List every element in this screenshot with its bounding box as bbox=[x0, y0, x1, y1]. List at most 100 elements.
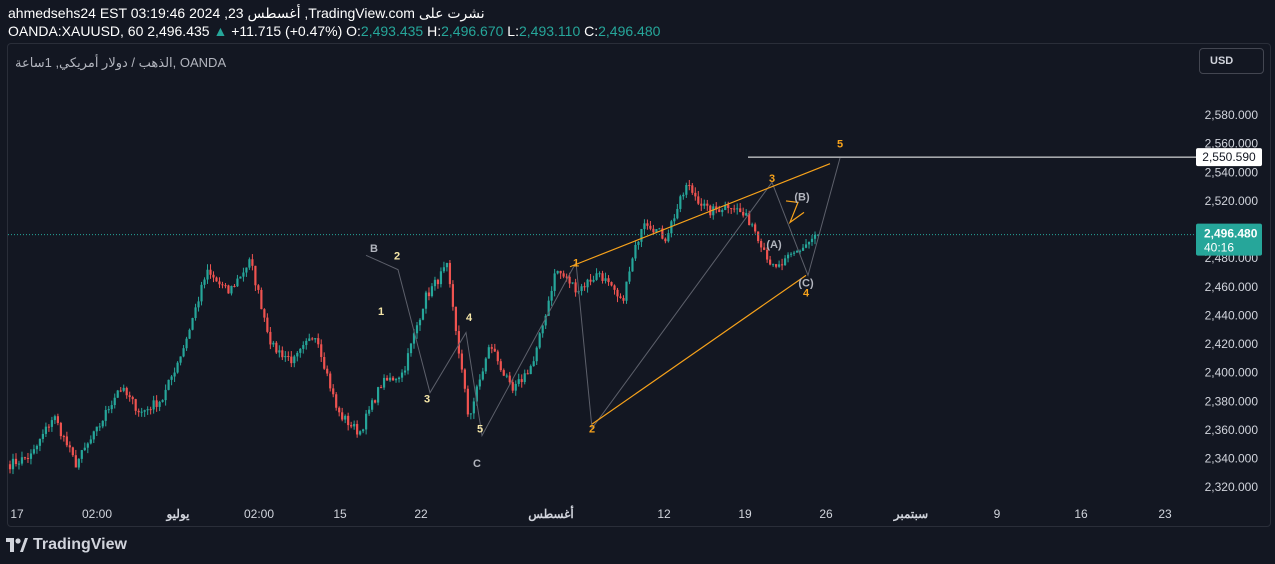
candle-body bbox=[586, 279, 589, 288]
candle-body bbox=[332, 388, 335, 395]
candle-body bbox=[71, 447, 74, 456]
candle-body bbox=[469, 413, 472, 415]
candle-body bbox=[511, 382, 514, 391]
candle-body bbox=[170, 376, 173, 380]
candle bbox=[182, 344, 185, 358]
candle bbox=[218, 277, 221, 288]
candle bbox=[77, 458, 80, 470]
candle-body bbox=[634, 244, 637, 259]
candle bbox=[688, 179, 691, 191]
candle bbox=[775, 263, 778, 269]
candle bbox=[350, 421, 353, 429]
candle bbox=[368, 406, 371, 416]
candle-body bbox=[589, 279, 592, 282]
candle-body bbox=[538, 333, 541, 348]
candle bbox=[80, 449, 83, 463]
tradingview-logo[interactable]: TradingView bbox=[6, 536, 127, 554]
x-tick-label: 12 bbox=[657, 507, 671, 521]
candle bbox=[406, 348, 410, 375]
candle bbox=[311, 337, 314, 341]
candle-body bbox=[742, 211, 745, 216]
candle-body bbox=[786, 254, 790, 259]
candle bbox=[469, 413, 472, 420]
candle bbox=[158, 400, 161, 412]
candle-body bbox=[700, 203, 703, 206]
candle-body bbox=[311, 338, 314, 340]
candle bbox=[92, 430, 95, 443]
candle bbox=[772, 263, 775, 267]
wave-label: C bbox=[473, 458, 481, 470]
candle-body bbox=[757, 231, 760, 242]
candle bbox=[125, 386, 128, 399]
candle-body bbox=[490, 347, 493, 349]
candle-body bbox=[760, 241, 763, 248]
wave-label: (B) bbox=[794, 192, 810, 204]
candle-body bbox=[619, 296, 622, 298]
candle bbox=[436, 278, 440, 289]
x-tick-label: سبتمبر bbox=[893, 507, 928, 522]
candle bbox=[113, 393, 116, 409]
symbol-title: الذهب / دولار أمريكي, 1ساعة, OANDA bbox=[15, 55, 227, 70]
candle-body bbox=[813, 234, 817, 239]
candle bbox=[523, 369, 526, 385]
candle-body bbox=[260, 289, 263, 310]
candle-body bbox=[251, 259, 254, 266]
candle-body bbox=[697, 196, 700, 204]
candle-body bbox=[801, 247, 805, 251]
candle bbox=[397, 376, 401, 383]
candle bbox=[526, 369, 529, 375]
candle-body bbox=[664, 238, 667, 242]
price-chart[interactable]: 2,580.0002,560.0002,540.0002,520.0002,50… bbox=[0, 0, 1275, 564]
candle bbox=[245, 267, 248, 277]
candle bbox=[673, 214, 676, 226]
candle bbox=[116, 389, 119, 398]
candle bbox=[356, 420, 359, 438]
candle-body bbox=[733, 208, 736, 210]
candle-body bbox=[775, 264, 778, 267]
candle-body bbox=[682, 194, 685, 197]
candle bbox=[376, 386, 380, 406]
candle bbox=[53, 414, 56, 425]
candle-body bbox=[8, 464, 12, 470]
candle bbox=[362, 428, 365, 434]
candle bbox=[454, 306, 457, 336]
candle bbox=[792, 250, 796, 257]
candle-body bbox=[718, 209, 721, 213]
candle bbox=[421, 308, 425, 321]
level-price-tag: 2,550.590 bbox=[1196, 148, 1262, 167]
candle bbox=[14, 453, 18, 467]
candle bbox=[83, 442, 86, 452]
candle bbox=[203, 277, 206, 289]
candle bbox=[254, 265, 257, 291]
candle bbox=[269, 327, 272, 350]
candle bbox=[68, 441, 71, 453]
x-tick-label: 16 bbox=[1074, 507, 1088, 521]
candle bbox=[813, 231, 817, 245]
candle bbox=[760, 238, 763, 253]
candle-body bbox=[167, 379, 170, 390]
candle-body bbox=[302, 345, 305, 349]
candle-body bbox=[257, 285, 260, 290]
candle-body bbox=[484, 358, 487, 372]
wave-label: 3 bbox=[769, 173, 775, 185]
candle bbox=[712, 203, 715, 220]
candle-body bbox=[451, 284, 455, 307]
candle-body bbox=[391, 377, 395, 381]
candle-body bbox=[113, 397, 116, 406]
candle-body bbox=[616, 289, 619, 297]
candle-body bbox=[239, 276, 242, 279]
candle-body bbox=[50, 420, 53, 427]
candle bbox=[284, 351, 287, 362]
candle bbox=[44, 422, 48, 438]
candle-body bbox=[745, 213, 748, 216]
candle-body bbox=[44, 426, 48, 434]
candle-body bbox=[122, 387, 125, 391]
candle bbox=[556, 270, 559, 275]
candle-body bbox=[371, 400, 374, 410]
candle bbox=[754, 222, 757, 234]
candle-body bbox=[299, 348, 302, 353]
candle-body bbox=[53, 416, 56, 421]
candle bbox=[430, 283, 434, 298]
currency-button[interactable]: USD bbox=[1199, 48, 1264, 74]
candle bbox=[637, 241, 640, 250]
